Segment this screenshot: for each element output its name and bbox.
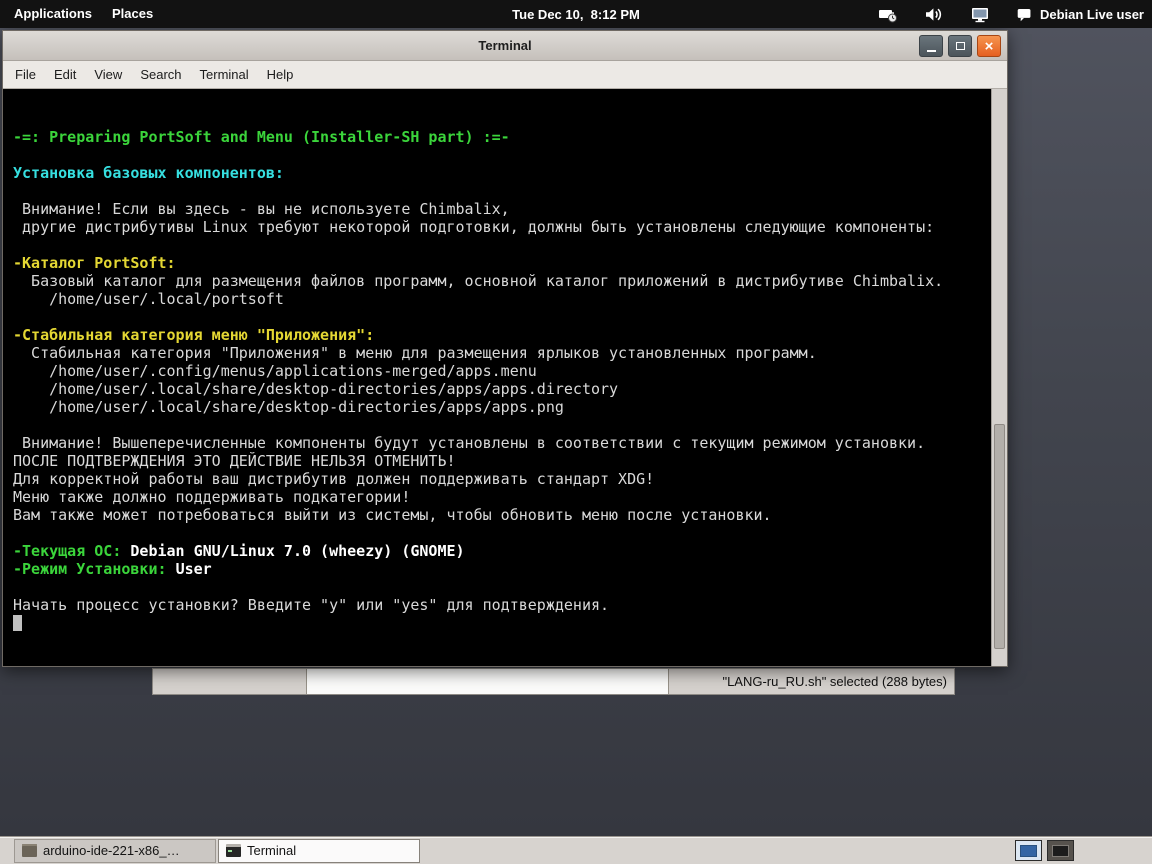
terminal-line: Стабильная категория "Приложения" в меню… [13,344,817,362]
terminal-line: Базовый каталог для размещения файлов пр… [13,272,944,290]
statusbar-selection-text: "LANG-ru_RU.sh" selected (288 bytes) [669,669,954,694]
scrollbar-thumb[interactable] [994,423,1005,649]
taskbar-item-2[interactable]: Terminal [218,838,420,863]
terminal-line: /home/user/.config/menus/applications-me… [13,362,537,380]
terminal-screen[interactable]: -=: Preparing PortSoft and Menu (Install… [3,89,991,666]
close-button[interactable]: × [977,35,1001,57]
top-panel: Applications Places Tue Dec 10, 8:12 PM [0,0,1152,28]
terminal-line [13,614,991,632]
terminal-line: -Каталог PortSoft: [13,254,176,272]
menubar-item-view[interactable]: View [85,61,131,88]
workspace-screen-icon [1020,844,1037,857]
terminal-line: другие дистрибутивы Linux требуют некото… [13,218,935,236]
statusbar-middle-pane [307,669,669,694]
menubar-item-edit[interactable]: Edit [45,61,85,88]
display-icon[interactable] [970,6,990,23]
menubar-item-file[interactable]: File [6,61,45,88]
volume-icon[interactable] [924,6,944,23]
battery-clock-icon[interactable] [878,6,898,23]
terminal-line: -=: Preparing PortSoft and Menu (Install… [13,128,510,146]
terminal-line: Меню также должно поддерживать подкатего… [13,488,411,506]
statusbar-left-pane [153,669,307,694]
terminal-line: -Режим Установки: User [13,560,212,578]
window-title: Terminal [478,38,532,53]
file-manager-statusbar: "LANG-ru_RU.sh" selected (288 bytes) [152,668,955,695]
menubar-item-search[interactable]: Search [131,61,190,88]
workspace-2[interactable] [1047,840,1074,861]
terminal-line: Установка базовых компонентов: [13,164,284,182]
applications-menu[interactable]: Applications [4,0,102,28]
bottom-taskbar: arduino-ide-221-x86_… Terminal [0,836,1152,864]
terminal-output: -=: Preparing PortSoft and Menu (Install… [13,128,991,632]
terminal-line: Начать процесс установки? Введите "y" ил… [13,596,610,614]
taskbar-items: arduino-ide-221-x86_… Terminal [14,838,420,863]
terminal-line: Вам также может потребоваться выйти из с… [13,506,772,524]
terminal-line: ПОСЛЕ ПОДТВЕРЖДЕНИЯ ЭТО ДЕЙСТВИЕ НЕЛЬЗЯ … [13,452,456,470]
minimize-icon [926,50,936,52]
maximize-icon [955,42,965,50]
terminal-line: Для корректной работы ваш дистрибутив до… [13,470,655,488]
menubar-item-terminal[interactable]: Terminal [191,61,258,88]
terminal-icon [226,844,241,857]
terminal-line: -Текущая ОС: Debian GNU/Linux 7.0 (wheez… [13,542,465,560]
window-titlebar[interactable]: Terminal × [3,31,1007,61]
user-menu-label: Debian Live user [1039,6,1144,22]
maximize-button[interactable] [948,35,972,57]
terminal-scrollbar[interactable] [991,89,1007,666]
terminal-line: /home/user/.local/portsoft [13,290,284,308]
terminal-cursor [13,615,22,631]
clock[interactable]: Tue Dec 10, 8:12 PM [512,7,640,22]
taskbar-item-1[interactable]: arduino-ide-221-x86_… [14,838,216,863]
terminal-window: Terminal × File Edit View Search Terminal Hel… [2,30,1008,667]
terminal-line: -Стабильная категория меню "Приложения": [13,326,375,344]
taskbar-item-label: Terminal [247,843,297,858]
terminal-line: /home/user/.local/share/desktop-director… [13,398,564,416]
user-menu[interactable]: Debian Live user [1016,6,1144,23]
workspace-switcher [1015,840,1074,861]
terminal-line: Внимание! Вышеперечисленные компоненты б… [13,434,926,452]
minimize-button[interactable] [919,35,943,57]
menubar-item-help[interactable]: Help [258,61,303,88]
close-icon: × [984,37,994,55]
terminal-line: Внимание! Если вы здесь - вы не использу… [13,200,510,218]
menubar: File Edit View Search Terminal Help [3,61,1007,89]
workspace-screen-icon [1052,844,1069,857]
taskbar-item-label: arduino-ide-221-x86_… [43,843,180,858]
user-status-icon [1017,8,1031,21]
workspace-1[interactable] [1015,840,1042,861]
archive-icon [22,844,37,857]
places-menu[interactable]: Places [102,0,163,28]
terminal-line: /home/user/.local/share/desktop-director… [13,380,619,398]
